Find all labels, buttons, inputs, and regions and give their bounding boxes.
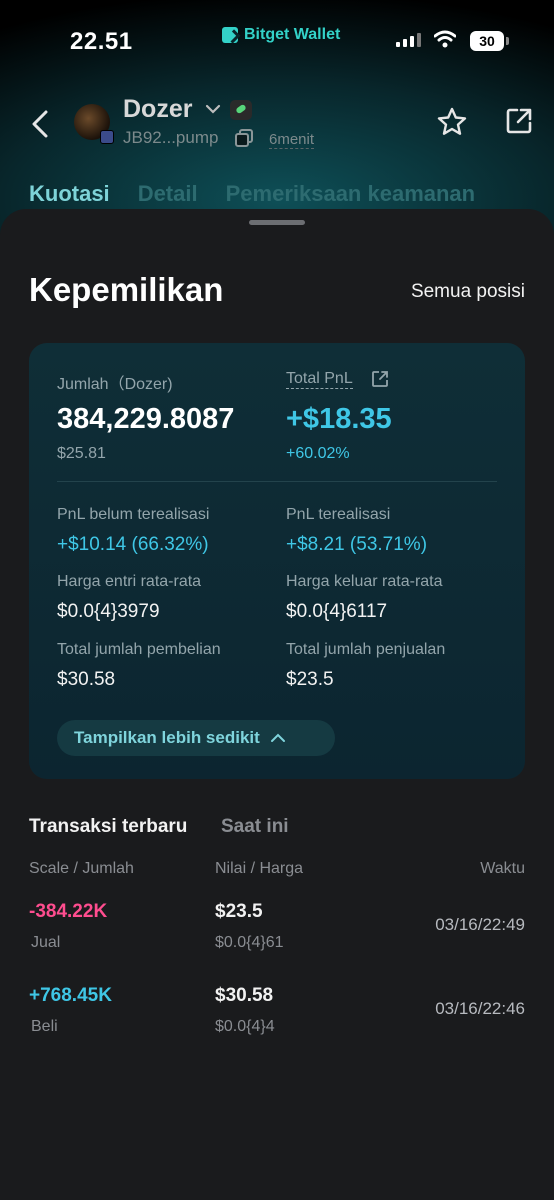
chain-badge-icon <box>100 130 114 144</box>
chevron-down-icon[interactable] <box>205 103 221 115</box>
status-time: 22.51 <box>70 28 133 55</box>
unrealized-pnl-label: PnL belum terealisasi <box>57 506 210 523</box>
star-icon[interactable] <box>436 106 468 138</box>
total-pnl-value: +$18.35 <box>286 403 392 435</box>
avg-exit-value: $0.0{4}6117 <box>286 601 388 622</box>
tab-bar: Kuotasi Detail Pemeriksaan keamanan <box>29 181 475 207</box>
all-positions-link[interactable]: Semua posisi <box>411 281 525 303</box>
avg-entry-label: Harga entri rata-rata <box>57 573 202 590</box>
column-header-amount: Scale / Jumlah <box>29 860 134 877</box>
realized-pnl-label: PnL terealisasi <box>286 506 391 523</box>
total-pnl-label[interactable]: Total PnL <box>286 370 353 389</box>
tx-row-2-type: Beli <box>31 1018 58 1035</box>
column-header-time: Waktu <box>480 860 525 877</box>
total-buy-label: Total jumlah pembelian <box>57 641 221 658</box>
unrealized-pnl-value: +$10.14 (66.32%) <box>57 534 209 555</box>
show-less-label: Tampilkan lebih sedikit <box>74 728 260 747</box>
copy-icon[interactable] <box>234 128 254 148</box>
column-header-value: Nilai / Harga <box>215 860 304 877</box>
share-external-icon[interactable] <box>504 106 534 136</box>
tab-detail[interactable]: Detail <box>138 181 198 207</box>
transactions-filter-now[interactable]: Saat ini <box>221 816 289 838</box>
token-address: JB92...pump <box>123 128 219 147</box>
battery-icon: 30 <box>470 31 504 51</box>
realized-pnl-value: +$8.21 (53.71%) <box>286 534 428 555</box>
total-pnl-percent: +60.02% <box>286 445 350 462</box>
tx-row-1-value: $23.5 <box>215 901 263 922</box>
card-divider <box>57 481 497 482</box>
tx-row-1-amount: -384.22K <box>29 901 108 922</box>
tx-row-1-type: Jual <box>31 934 61 951</box>
tx-row-2-amount: +768.45K <box>29 985 112 1006</box>
back-arrow-icon[interactable] <box>28 106 52 142</box>
wifi-icon <box>434 30 456 48</box>
pill-icon <box>230 100 252 120</box>
token-name[interactable]: Dozer <box>123 95 192 124</box>
avg-exit-label: Harga keluar rata-rata <box>286 573 443 590</box>
bitget-logo-icon <box>222 27 238 43</box>
amount-value: 384,229.8087 <box>57 403 235 435</box>
cellular-signal-icon <box>396 33 421 47</box>
token-age: 6menit <box>269 131 315 149</box>
total-sell-label: Total jumlah penjualan <box>286 641 446 658</box>
tx-row-1-price: $0.0{4}61 <box>215 934 284 951</box>
tx-row-1-time: 03/16/22:49 <box>435 915 525 934</box>
battery-tip <box>506 37 509 45</box>
brand-label: Bitget Wallet <box>222 26 340 44</box>
recent-transactions-title: Transaksi terbaru <box>29 816 188 837</box>
token-header: Dozer JB92...pump 6menit <box>0 90 554 160</box>
holdings-sheet: Kepemilikan Semua posisi Jumlah（Dozer) 3… <box>0 209 554 1200</box>
amount-label: Jumlah（Dozer) <box>57 376 173 393</box>
tx-row-2-price: $0.0{4}4 <box>215 1018 275 1035</box>
amount-usd: $25.81 <box>57 445 106 462</box>
total-buy-value: $30.58 <box>57 669 116 690</box>
holdings-card: Jumlah（Dozer) 384,229.8087 $25.81 Total … <box>29 343 525 779</box>
show-less-button[interactable]: Tampilkan lebih sedikit <box>57 720 335 756</box>
sheet-grabber[interactable] <box>249 220 305 225</box>
tab-security-check[interactable]: Pemeriksaan keamanan <box>226 181 476 207</box>
total-sell-value: $23.5 <box>286 669 334 690</box>
tab-kuotasi[interactable]: Kuotasi <box>29 181 110 207</box>
tx-row-2-time: 03/16/22:46 <box>435 999 525 1018</box>
chevron-up-icon <box>270 733 285 742</box>
brand-name: Bitget Wallet <box>244 26 341 43</box>
external-link-icon[interactable] <box>371 370 389 388</box>
holdings-title: Kepemilikan <box>29 271 224 308</box>
tx-row-2-value: $30.58 <box>215 985 274 1006</box>
status-bar: 22.51 Bitget Wallet 30 <box>0 0 554 80</box>
avg-entry-value: $0.0{4}3979 <box>57 601 160 622</box>
